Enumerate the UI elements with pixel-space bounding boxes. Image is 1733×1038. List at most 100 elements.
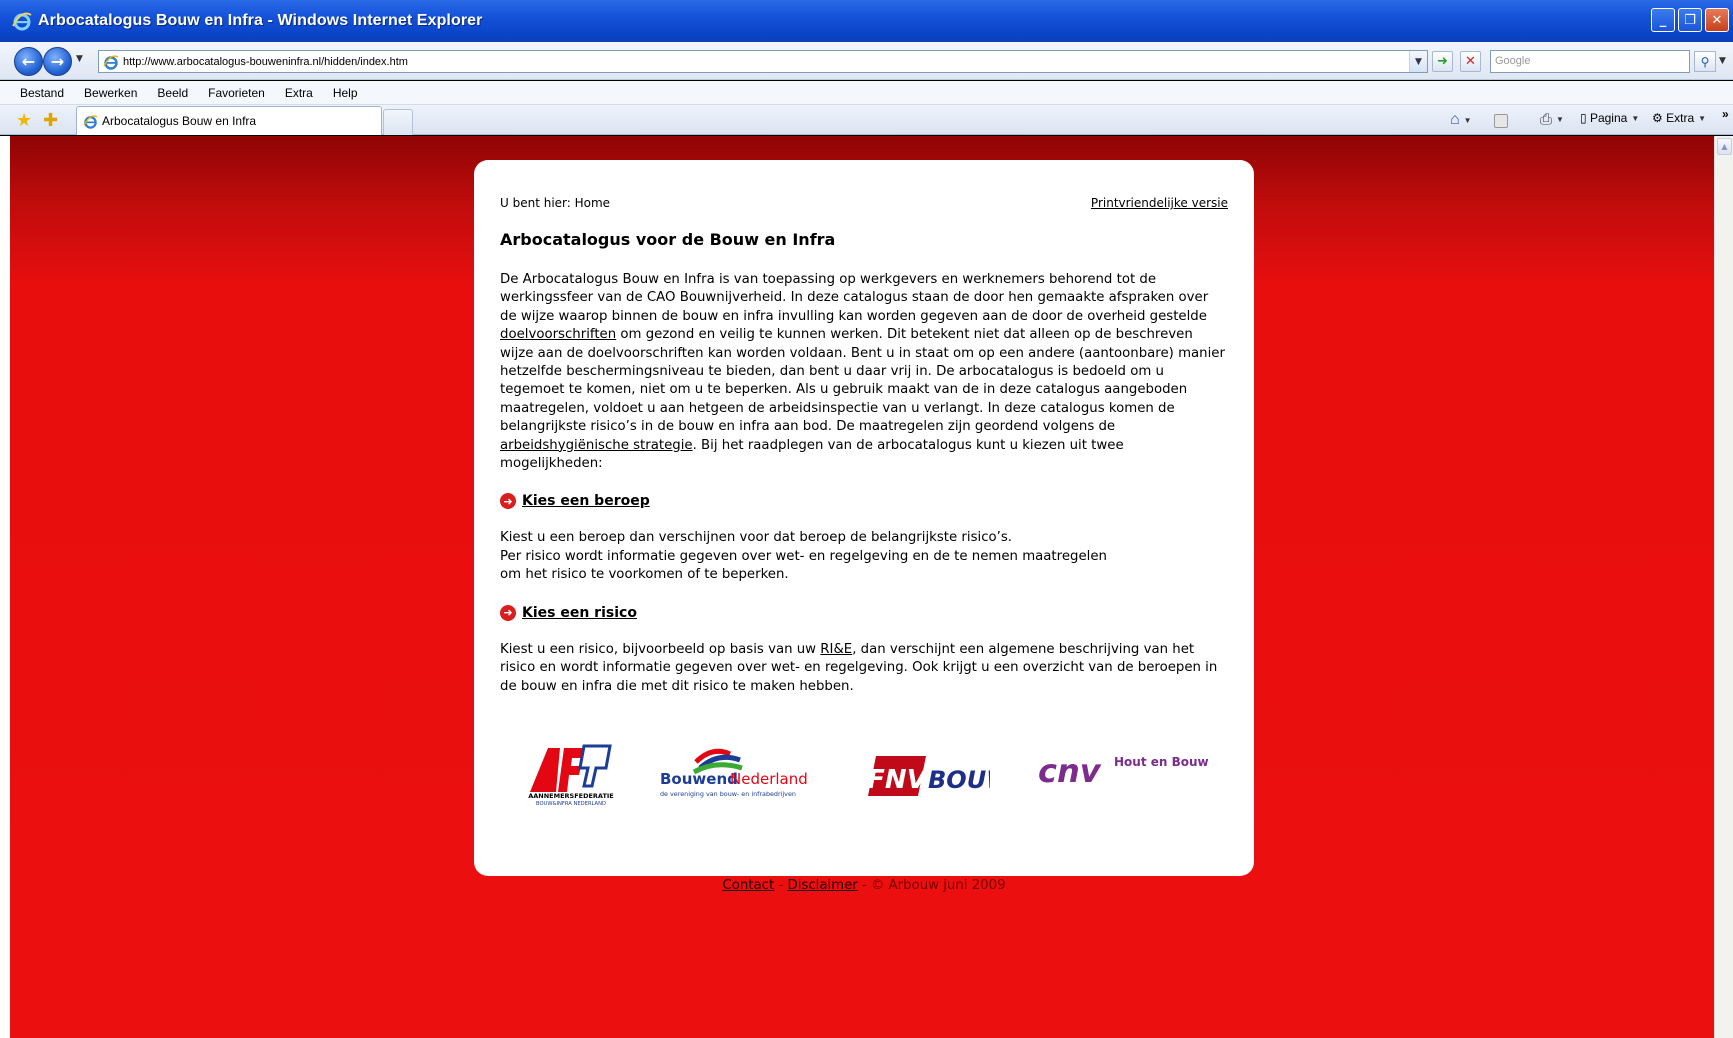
favorites-star-icon[interactable]: ★ xyxy=(16,110,32,131)
page-menu-button[interactable]: ▯ Pagina ▼ xyxy=(1580,111,1639,125)
beroep-desc-line-2: Per risico wordt informatie gegeven over… xyxy=(500,548,1107,564)
intro-text-1: De Arbocatalogus Bouw en Infra is van to… xyxy=(500,272,1209,324)
tools-menu-button[interactable]: ⚙ Extra ▼ xyxy=(1652,111,1706,125)
chevron-down-icon: ▼ xyxy=(1463,115,1472,125)
search-options-dropdown[interactable]: ▼ xyxy=(1719,56,1726,66)
tab-label: Arbocatalogus Bouw en Infra xyxy=(102,114,257,128)
add-favorite-icon[interactable]: ✚ xyxy=(43,110,58,131)
chevron-down-icon: ▼ xyxy=(1698,113,1707,123)
url-dropdown-button[interactable]: ▼ xyxy=(1409,51,1427,72)
home-button[interactable]: ⌂ ▼ xyxy=(1450,111,1472,129)
content-card: U bent hier: Home Printvriendelijke vers… xyxy=(474,160,1254,876)
stop-button[interactable]: ✕ xyxy=(1460,51,1481,72)
copyright-text: © Arbouw juni 2009 xyxy=(871,878,1006,893)
chevron-down-icon: ▼ xyxy=(1631,113,1640,123)
maximize-button[interactable]: ❐ xyxy=(1678,8,1702,32)
risico-description: Kiest u een risico, bijvoorbeeld op basi… xyxy=(500,641,1228,696)
window-controls: _ ❐ ✕ xyxy=(1651,8,1729,32)
go-button[interactable]: ➜ xyxy=(1432,51,1453,72)
bn-logo-text-2: Nederland xyxy=(730,770,808,788)
contact-link[interactable]: Contact xyxy=(722,878,774,893)
beroep-desc-line-1: Kiest u een beroep dan verschijnen voor … xyxy=(500,530,1013,546)
url-input[interactable]: http://www.arbocatalogus-bouweninfra.nl/… xyxy=(98,50,1428,73)
cnv-logo-text: cnv xyxy=(1038,752,1102,790)
disclaimer-link[interactable]: Disclaimer xyxy=(787,878,857,893)
chevron-down-icon: ▼ xyxy=(1415,56,1422,67)
window-title: Arbocatalogus Bouw en Infra - Windows In… xyxy=(38,12,483,29)
cnv-hout-en-bouw-logo[interactable]: cnv Hout en Bouw xyxy=(1038,752,1208,792)
gear-icon: ⚙ xyxy=(1652,111,1663,125)
minimize-button[interactable]: _ xyxy=(1651,8,1675,32)
arrow-right-circle-icon: ➜ xyxy=(500,493,516,510)
option-risico: ➜ Kies een risico xyxy=(500,604,1228,621)
chevron-down-icon: ▼ xyxy=(1556,115,1564,124)
feeds-icon[interactable] xyxy=(1494,114,1508,128)
fnv-bouw-logo[interactable]: FNV BOUW xyxy=(864,752,990,802)
forward-button[interactable]: → xyxy=(43,47,72,76)
print-button[interactable]: ⎙ ▼ xyxy=(1540,111,1564,128)
arbeidshygienische-strategie-link[interactable]: arbeidshygiënische strategie xyxy=(500,438,693,453)
toolbar-overflow-button[interactable]: » xyxy=(1722,107,1729,121)
new-tab-button[interactable] xyxy=(383,109,413,135)
recent-pages-dropdown[interactable]: ▼ xyxy=(76,54,83,64)
intro-paragraph: De Arbocatalogus Bouw en Infra is van to… xyxy=(500,271,1228,473)
doelvoorschriften-link[interactable]: doelvoorschriften xyxy=(500,327,616,342)
page-menu-label: Pagina xyxy=(1589,111,1628,125)
beroep-description: Kiest u een beroep dan verschijnen voor … xyxy=(500,529,1228,584)
page-title: Arbocatalogus voor de Bouw en Infra xyxy=(500,230,836,249)
fnv-logo-text: FNV xyxy=(867,765,929,795)
risico-desc-text-1: Kiest u een risico, bijvoorbeeld op basi… xyxy=(500,641,821,657)
vertical-scrollbar[interactable]: ▲ xyxy=(1714,136,1733,1038)
arrow-right-circle-icon: ➜ xyxy=(500,604,516,621)
option-beroep: ➜ Kies een beroep xyxy=(500,493,1228,510)
page-icon: ▯ xyxy=(1580,111,1587,125)
menu-beeld[interactable]: Beeld xyxy=(157,86,188,100)
menu-bestand[interactable]: Bestand xyxy=(20,86,64,100)
af-logo-text-2: BOUW&INFRA NEDERLAND xyxy=(536,801,606,807)
page-footer: Contact - Disclaimer - © Arbouw juni 200… xyxy=(474,878,1254,893)
aannemersfederatie-logo[interactable]: AANNEMERSFEDERATIE BOUW&INFRA NEDERLAND xyxy=(526,742,616,808)
menu-bewerken[interactable]: Bewerken xyxy=(84,86,137,100)
menu-help[interactable]: Help xyxy=(333,86,358,100)
bouwend-nederland-logo[interactable]: Bouwend Nederland de vereniging van bouw… xyxy=(660,740,820,806)
close-button[interactable]: ✕ xyxy=(1705,8,1729,32)
footer-separator: - xyxy=(857,878,872,893)
menu-favorieten[interactable]: Favorieten xyxy=(208,86,265,100)
af-logo-text-1: AANNEMERSFEDERATIE xyxy=(528,792,614,800)
tools-menu-label: Extra xyxy=(1666,111,1695,125)
stop-x-icon: ✕ xyxy=(1465,54,1476,69)
menu-extra[interactable]: Extra xyxy=(285,86,313,100)
kies-een-beroep-link[interactable]: Kies een beroep xyxy=(522,493,650,509)
breadcrumb-row: U bent hier: Home Printvriendelijke vers… xyxy=(500,196,1228,210)
scroll-up-button[interactable]: ▲ xyxy=(1717,138,1732,155)
ie-page-icon xyxy=(83,114,98,129)
breadcrumb: U bent hier: Home xyxy=(500,196,611,210)
arrow-left-icon: ← xyxy=(21,52,36,71)
kies-een-risico-link[interactable]: Kies een risico xyxy=(522,605,637,621)
search-input[interactable]: Google xyxy=(1490,50,1690,73)
menu-bar: Bestand Bewerken Beeld Favorieten Extra … xyxy=(0,81,1733,105)
window-left-border xyxy=(0,136,10,1038)
rie-link[interactable]: RI&E xyxy=(820,642,852,657)
partner-logos: AANNEMERSFEDERATIE BOUW&INFRA NEDERLAND … xyxy=(526,740,1208,820)
back-button[interactable]: ← xyxy=(14,47,43,76)
intro-text-2: om gezond en veilig te kunnen werken. Di… xyxy=(500,327,1225,435)
fnv-bouw-logo-text: BOUW xyxy=(928,766,990,794)
bn-logo-text-1: Bouwend xyxy=(660,770,738,788)
tab-bar: ★ ✚ Arbocatalogus Bouw en Infra ⌂ ▼ ⎙ ▼ ▯ … xyxy=(0,105,1733,135)
cnv-logo-subtext: Hout en Bouw xyxy=(1114,755,1208,769)
url-text: http://www.arbocatalogus-bouweninfra.nl/… xyxy=(123,55,408,68)
page-viewport: U bent hier: Home Printvriendelijke vers… xyxy=(10,136,1714,1038)
footer-separator: - xyxy=(774,878,788,893)
window-titlebar[interactable]: Arbocatalogus Bouw en Infra - Windows In… xyxy=(0,0,1733,42)
search-button[interactable]: ⚲ xyxy=(1694,51,1716,72)
magnifier-icon: ⚲ xyxy=(1700,54,1710,69)
printer-icon: ⎙ xyxy=(1540,111,1553,128)
chevron-up-icon: ▲ xyxy=(1721,142,1728,151)
ie-page-icon xyxy=(103,54,119,70)
tab-arbocatalogus[interactable]: Arbocatalogus Bouw en Infra xyxy=(76,106,382,135)
arrow-right-icon: → xyxy=(50,52,65,71)
go-arrow-icon: ➜ xyxy=(1437,54,1448,69)
print-friendly-link[interactable]: Printvriendelijke versie xyxy=(1091,196,1228,210)
address-bar: ← → ▼ http://www.arbocatalogus-bouweninf… xyxy=(0,42,1733,80)
